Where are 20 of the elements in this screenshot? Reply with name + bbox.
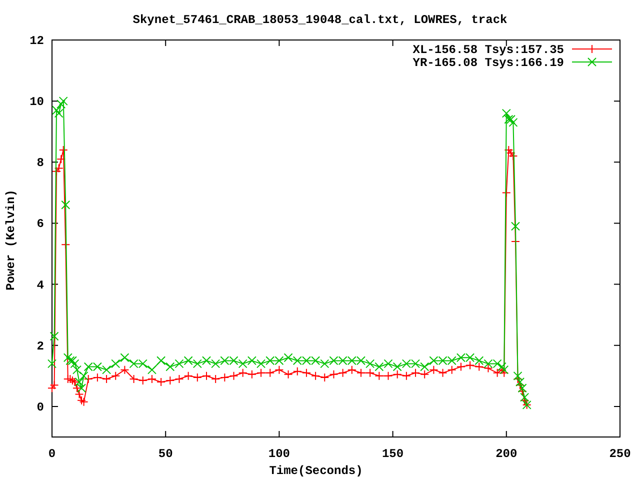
y-tick-label: 8 (36, 156, 44, 170)
x-tick-label: 150 (382, 447, 404, 461)
y-axis-label: Power (Kelvin) (4, 190, 18, 290)
y-tick-label: 0 (36, 400, 44, 414)
legend-sample (572, 44, 612, 54)
legend-label: YR-165.08 Tsys:166.19 (412, 56, 564, 70)
y-tick-label: 6 (36, 217, 44, 232)
x-tick-label: 0 (48, 447, 56, 461)
x-tick-label: 100 (268, 447, 290, 461)
x-tick-label: 50 (158, 447, 173, 461)
x-tick-label: 250 (609, 447, 631, 461)
y-tick-label: 2 (36, 339, 44, 354)
x-tick-label: 200 (496, 447, 518, 461)
legend-label: XL-156.58 Tsys:157.35 (412, 43, 564, 57)
chart-title: Skynet_57461_CRAB_18053_19048_cal.txt, LOWRES, track (132, 13, 508, 27)
legend-sample (572, 58, 612, 66)
y-tick-label: 12 (30, 34, 44, 48)
x-axis-label: Time(Seconds) (269, 464, 363, 478)
y-tick-label: 4 (36, 278, 44, 292)
y-tick-label: 10 (30, 95, 44, 110)
